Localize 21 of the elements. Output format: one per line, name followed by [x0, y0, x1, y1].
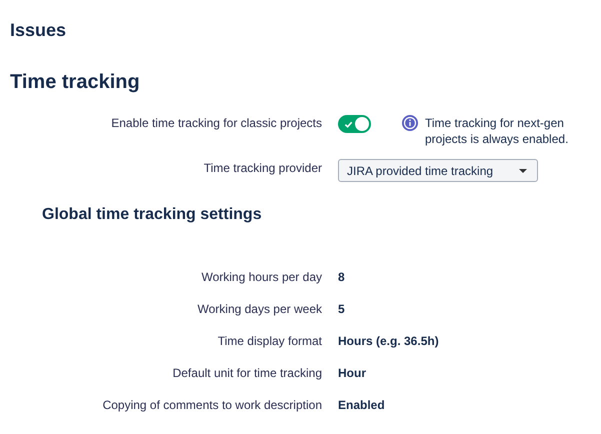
setting-label: Enable time tracking for classic projects — [110, 115, 322, 132]
setting-value: 5 — [338, 301, 346, 317]
toggle-switch[interactable] — [338, 115, 371, 133]
subsection-title: Global time tracking settings — [41, 205, 263, 225]
setting-label: Default unit for time tracking — [172, 365, 322, 381]
setting-label: Time display format — [216, 333, 322, 349]
provider-dropdown[interactable]: JIRA provided time tracking — [338, 159, 538, 182]
info-icon — [402, 115, 418, 131]
check-icon — [344, 120, 353, 128]
section-title: Time tracking — [10, 70, 141, 94]
setting-value: Hour — [338, 365, 367, 381]
setting-value: Hours (e.g. 36.5h) — [338, 333, 440, 349]
page-title: Issues — [10, 19, 68, 41]
caret-icon — [519, 168, 527, 172]
setting-value: 8 — [338, 269, 346, 285]
setting-value: Enabled — [338, 397, 386, 413]
setting-label: Time tracking provider — [202, 160, 322, 177]
setting-label: Working hours per day — [200, 269, 322, 285]
setting-label: Working days per week — [196, 301, 322, 317]
setting-label: Copying of comments to work description — [102, 397, 322, 413]
info-note: Time tracking for next-gen projects is always enabled. — [425, 115, 570, 147]
